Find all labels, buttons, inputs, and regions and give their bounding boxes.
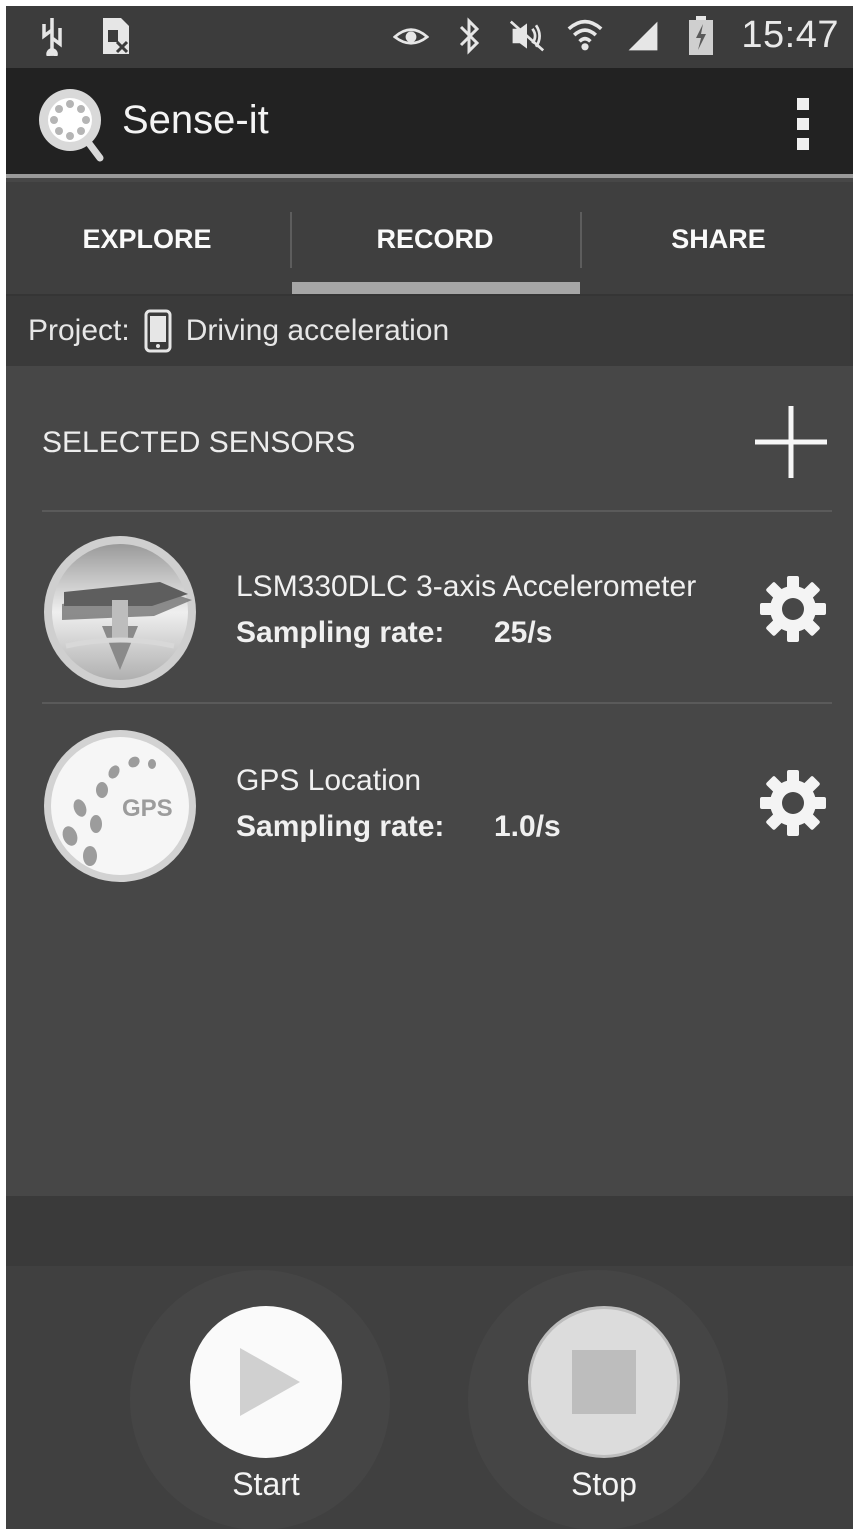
sensor-item-accelerometer[interactable]: LSM330DLC 3-axis Accelerometer Sampling … [6, 512, 853, 702]
sampling-rate-value: 1.0/s [494, 810, 561, 843]
start-label: Start [232, 1466, 300, 1502]
eye-icon [393, 16, 430, 56]
sensor-sampling-rate: Sampling rate: 1.0/s [236, 810, 561, 844]
phone-screen: 15:47 Sense-it EXPLORE RECORD SHARE Proj… [6, 6, 853, 1529]
tab-share[interactable]: SHARE [584, 182, 853, 296]
overflow-menu-button[interactable] [793, 98, 813, 154]
sensor-sampling-rate: Sampling rate: 25/s [236, 616, 552, 650]
bluetooth-icon [451, 16, 487, 56]
add-sensor-button[interactable] [751, 402, 831, 482]
sampling-rate-value: 25/s [494, 616, 553, 649]
divider [42, 702, 832, 704]
menu-dot [797, 98, 809, 110]
tab-separator [580, 212, 582, 268]
sensor-settings-button[interactable] [758, 768, 828, 838]
project-row[interactable]: Project: Driving acceleration [6, 296, 853, 366]
gps-badge-text: GPS [122, 795, 173, 822]
tab-separator [290, 212, 292, 268]
sampling-rate-label: Sampling rate: [236, 616, 445, 649]
status-bar: 15:47 [6, 6, 853, 68]
stop-label: Stop [571, 1466, 637, 1502]
stop-button[interactable] [528, 1306, 680, 1458]
tab-selected-indicator [292, 282, 580, 294]
battery-icon [683, 15, 719, 56]
sensor-name: GPS Location [236, 764, 422, 797]
tab-bar: EXPLORE RECORD SHARE [6, 182, 853, 296]
recording-controls: Start Stop [6, 1266, 853, 1529]
sampling-rate-label: Sampling rate: [236, 810, 445, 843]
usb-icon [34, 16, 70, 56]
app-logo-icon[interactable] [36, 86, 108, 162]
project-prefix: Project: [28, 314, 130, 347]
gps-icon: GPS [42, 728, 198, 884]
gear-icon [760, 770, 826, 836]
menu-dot [797, 138, 809, 150]
sensor-item-gps[interactable]: GPS GPS Location Sampling rate: 1.0/s [6, 706, 853, 896]
gear-icon [760, 576, 826, 642]
plus-icon [755, 406, 827, 478]
signal-icon [625, 16, 661, 56]
selected-sensors-header: SELECTED SENSORS [42, 426, 356, 459]
project-name: Driving acceleration [185, 314, 450, 347]
muted-icon [509, 16, 545, 56]
phone-icon [144, 309, 172, 353]
tab-explore[interactable]: EXPLORE [6, 182, 288, 296]
sensor-settings-button[interactable] [758, 574, 828, 644]
action-bar: Sense-it [6, 68, 853, 178]
clock: 15:47 [741, 14, 839, 56]
menu-dot [797, 118, 809, 130]
wifi-icon [567, 16, 603, 56]
start-button[interactable] [190, 1306, 342, 1458]
stop-icon [572, 1350, 636, 1414]
play-icon [240, 1348, 300, 1416]
tab-record[interactable]: RECORD [294, 182, 576, 296]
bottom-strip [6, 1196, 853, 1266]
app-title: Sense-it [122, 98, 269, 142]
sensor-name: LSM330DLC 3-axis Accelerometer [236, 570, 697, 603]
no-sim-icon [98, 16, 134, 56]
accelerometer-icon [42, 534, 198, 690]
